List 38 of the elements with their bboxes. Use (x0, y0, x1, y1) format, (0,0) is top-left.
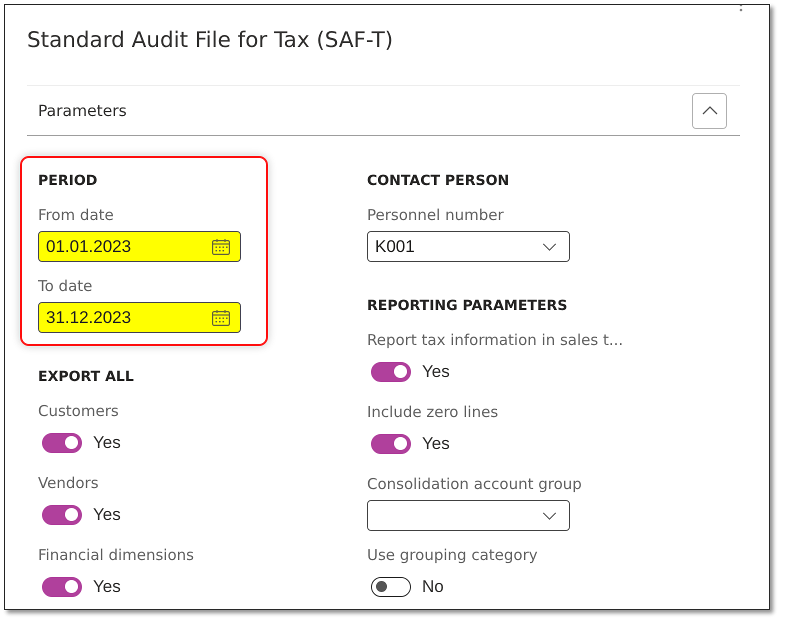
toggle-state-text: Yes (422, 434, 450, 454)
toggle-state-text: Yes (422, 362, 450, 382)
toggle-state-text: Yes (93, 433, 121, 453)
toggle-state-text: Yes (93, 577, 121, 597)
field-label: Personnel number (367, 205, 505, 225)
toggle-switch[interactable] (42, 433, 82, 453)
toggle-switch[interactable] (42, 505, 82, 525)
toggle-switch[interactable] (42, 577, 82, 597)
toggle-switch[interactable] (371, 577, 411, 597)
field-label: Report tax information in sales t... (367, 330, 621, 350)
window-title: Standard Audit File for Tax (SAF-T) (27, 27, 394, 55)
chevron-down-icon[interactable] (542, 242, 557, 250)
date-field[interactable]: 31.12.2023 (38, 302, 241, 333)
group-heading: EXPORT ALL (38, 368, 135, 387)
toggle-state-text: Yes (93, 505, 121, 525)
dropdown-field[interactable] (367, 500, 570, 531)
field-label: Use grouping category (367, 545, 539, 565)
more-options-icon[interactable] (739, 5, 743, 13)
section-title: Parameters (38, 102, 127, 120)
group-heading: CONTACT PERSON (367, 172, 510, 191)
field-label: To date (38, 276, 94, 296)
field-label: Include zero lines (367, 402, 500, 422)
field-label: Consolidation account group (367, 474, 583, 494)
chevron-down-icon[interactable] (542, 512, 557, 520)
group-heading: PERIOD (38, 172, 98, 191)
toggle-state-text: No (422, 577, 444, 597)
field-label: Financial dimensions (38, 545, 195, 565)
field-label: Vendors (38, 473, 100, 493)
group-heading: REPORTING PARAMETERS (367, 297, 568, 316)
calendar-icon[interactable] (212, 238, 230, 254)
dropdown-field[interactable]: K001 (367, 231, 570, 262)
field-label: From date (38, 205, 115, 225)
date-field[interactable]: 01.01.2023 (38, 231, 241, 262)
toggle-switch[interactable] (371, 434, 411, 454)
toggle-switch[interactable] (371, 362, 411, 382)
chevron-up-icon (702, 106, 718, 115)
calendar-icon[interactable] (212, 310, 230, 326)
field-label: Customers (38, 401, 120, 421)
